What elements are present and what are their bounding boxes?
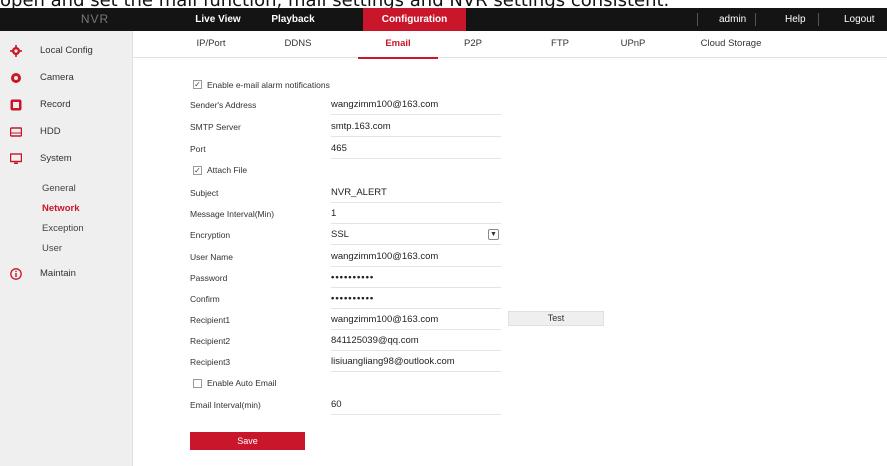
enable-alarm-checkbox[interactable]: ✓ [193, 80, 202, 89]
sidebar-sub-exception[interactable]: Exception [42, 223, 84, 234]
test-button[interactable]: Test [508, 311, 604, 326]
tab-ftp[interactable]: FTP [545, 31, 575, 58]
tab-upnp[interactable]: UPnP [613, 31, 653, 58]
username-label: User Name [190, 252, 233, 262]
tab-ddns[interactable]: DDNS [278, 31, 318, 58]
tab-playback[interactable]: Playback [262, 8, 324, 31]
sidebar-item-camera[interactable]: Camera [0, 68, 133, 88]
tab-ip-port[interactable]: IP/Port [191, 31, 231, 58]
port-field[interactable]: 465 [331, 141, 501, 159]
top-navigation-bar: NVR Live View Playback Configuration adm… [0, 8, 887, 31]
brand-logo: NVR [80, 12, 110, 26]
hdd-icon [10, 127, 22, 137]
sidebar-sub-user[interactable]: User [42, 243, 62, 254]
sidebar-item-maintain[interactable]: Maintain [0, 264, 133, 284]
auto-email-checkbox[interactable] [193, 379, 202, 388]
username-field[interactable]: wangzimm100@163.com [331, 249, 501, 267]
sidebar: Local Config Camera Record HDD System Ge… [0, 31, 133, 466]
network-subtabs: IP/Port DDNS Email P2P FTP UPnP Cloud St… [133, 31, 887, 59]
gear-icon [10, 45, 22, 57]
sidebar-item-system[interactable]: System [0, 149, 133, 169]
camera-icon [11, 73, 21, 83]
sender-label: Sender's Address [190, 100, 257, 110]
chevron-down-icon[interactable]: ▼ [488, 229, 499, 240]
recipient3-field[interactable]: lisiuangliang98@outlook.com [331, 354, 501, 372]
user-link[interactable]: admin [719, 8, 746, 31]
tab-live-view[interactable]: Live View [188, 8, 248, 31]
record-icon [10, 99, 22, 111]
sidebar-item-label: System [40, 153, 72, 164]
sidebar-item-record[interactable]: Record [0, 95, 133, 115]
sidebar-sub-network[interactable]: Network [42, 203, 79, 214]
attach-file-checkbox[interactable]: ✓ [193, 166, 202, 175]
interval-field[interactable]: 1 [331, 206, 501, 224]
password-label: Password [190, 273, 228, 283]
encryption-value: SSL [331, 229, 349, 240]
attach-file-label: Attach File [207, 165, 248, 175]
sidebar-item-hdd[interactable]: HDD [0, 122, 133, 142]
encryption-label: Encryption [190, 230, 231, 240]
email-interval-label: Email Interval(min) [190, 400, 261, 410]
divider [697, 13, 698, 26]
interval-label: Message Interval(Min) [190, 209, 275, 219]
smtp-label: SMTP Server [190, 122, 241, 132]
tab-cloud-storage[interactable]: Cloud Storage [691, 31, 771, 58]
auto-email-label: Enable Auto Email [207, 378, 277, 388]
tab-email[interactable]: Email [358, 31, 438, 59]
divider [755, 13, 756, 26]
enable-alarm-label: Enable e-mail alarm notifications [207, 80, 330, 90]
subject-label: Subject [190, 188, 219, 198]
sidebar-item-label: Local Config [40, 45, 93, 56]
password-field[interactable]: •••••••••• [331, 270, 501, 288]
tab-configuration[interactable]: Configuration [363, 8, 466, 31]
monitor-icon [10, 153, 22, 164]
recipient1-field[interactable]: wangzimm100@163.com [331, 312, 501, 330]
info-icon [10, 268, 22, 280]
sidebar-item-label: Maintain [40, 268, 76, 279]
email-interval-field[interactable]: 60 [331, 397, 501, 415]
port-label: Port [190, 144, 206, 154]
recipient2-field[interactable]: 841125039@qq.com [331, 333, 501, 351]
recipient3-label: Recipient3 [190, 357, 231, 367]
smtp-field[interactable]: smtp.163.com [331, 119, 501, 137]
sidebar-item-local-config[interactable]: Local Config [0, 41, 133, 61]
sidebar-item-label: Record [40, 99, 71, 110]
tab-p2p[interactable]: P2P [458, 31, 488, 58]
sidebar-item-label: Camera [40, 72, 74, 83]
recipient2-label: Recipient2 [190, 336, 231, 346]
sidebar-item-label: HDD [40, 126, 61, 137]
save-button[interactable]: Save [190, 432, 305, 450]
confirm-field[interactable]: •••••••••• [331, 291, 501, 309]
divider [818, 13, 819, 26]
sidebar-sub-general[interactable]: General [42, 183, 76, 194]
help-link[interactable]: Help [785, 8, 806, 31]
logout-link[interactable]: Logout [844, 8, 875, 31]
recipient1-label: Recipient1 [190, 315, 231, 325]
sender-field[interactable]: wangzimm100@163.com [331, 97, 501, 115]
encryption-select[interactable]: SSL ▼ [331, 227, 501, 245]
confirm-label: Confirm [190, 294, 220, 304]
subject-field[interactable]: NVR_ALERT [331, 185, 501, 203]
